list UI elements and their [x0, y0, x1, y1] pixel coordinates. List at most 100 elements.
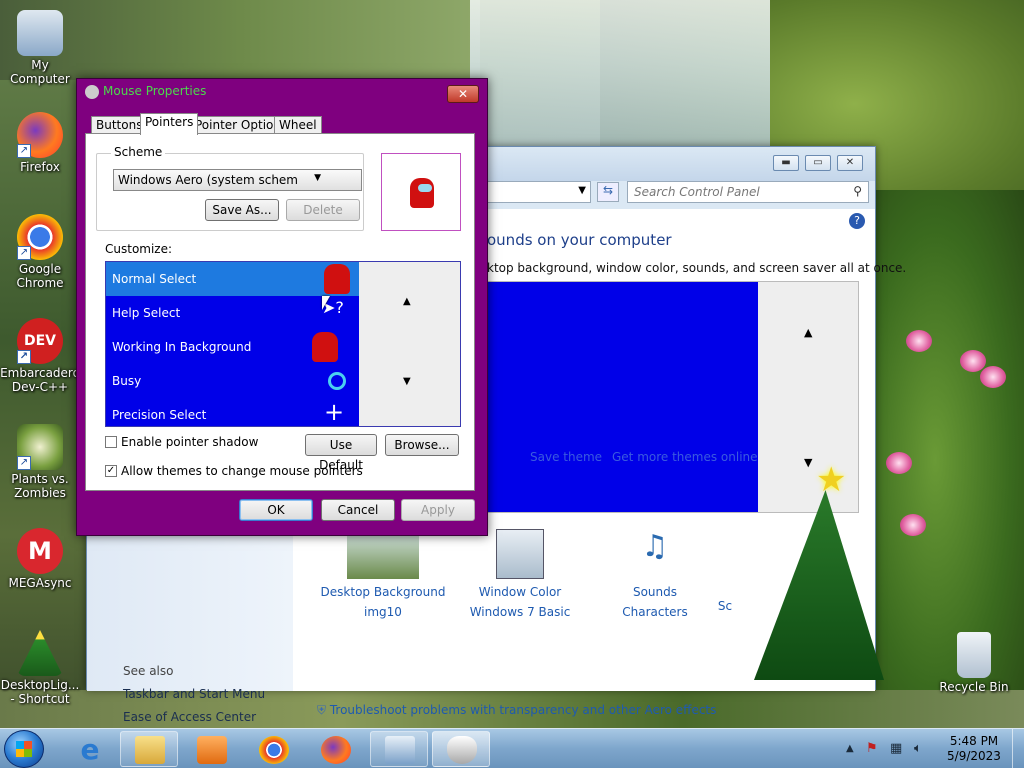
- firefox-icon: [321, 736, 351, 764]
- address-box[interactable]: ▼: [487, 181, 591, 203]
- taskbar-chrome[interactable]: [244, 731, 302, 767]
- search-input[interactable]: Search Control Panel ⚲: [627, 181, 869, 203]
- among-us-cursor-icon: [324, 264, 350, 294]
- close-button[interactable]: ✕: [837, 155, 863, 171]
- desktop-icon-recycle-bin[interactable]: Recycle Bin: [934, 632, 1014, 694]
- pointer-preview: [381, 153, 461, 231]
- sounds-icon: ♫: [641, 529, 669, 564]
- get-more-themes-link[interactable]: Get more themes online: [612, 450, 758, 464]
- enable-pointer-shadow-checkbox[interactable]: [105, 436, 117, 448]
- pointer-row-normal-select[interactable]: Normal Select: [106, 262, 359, 296]
- pointer-list-scrollbar[interactable]: ▲ ▼: [359, 262, 460, 426]
- sounds-value: Characters: [622, 605, 688, 619]
- use-default-button[interactable]: Use Default: [305, 434, 377, 472]
- ease-of-access-link[interactable]: Ease of Access Center: [123, 710, 256, 724]
- scroll-down-icon[interactable]: ▼: [403, 376, 411, 387]
- desktop-icon-dev-cpp[interactable]: DEV ↗ Embarcadero Dev-C++: [0, 318, 80, 394]
- plants-vs-zombies-icon: ↗: [17, 424, 63, 470]
- taskbar-clock[interactable]: 5:48 PM 5/9/2023: [944, 734, 1004, 764]
- scroll-up-icon[interactable]: ▲: [403, 296, 411, 307]
- desktop-background-link[interactable]: Desktop Background: [313, 585, 453, 599]
- mouse-properties-dialog[interactable]: Mouse Properties ✕ Buttons Pointers Poin…: [76, 78, 488, 536]
- show-desktop-button[interactable]: [1012, 729, 1024, 768]
- desktop-icon-megasync[interactable]: M MEGAsync: [0, 528, 80, 590]
- desktop-icon-firefox[interactable]: ↗ Firefox: [0, 112, 80, 174]
- apply-button[interactable]: Apply: [401, 499, 475, 521]
- chrome-icon: ↗: [17, 214, 63, 260]
- desktop-icon-google-chrome[interactable]: ↗ Google Chrome: [0, 214, 80, 290]
- mouse-icon: [85, 85, 99, 99]
- taskbar-mouse-properties[interactable]: [432, 731, 490, 767]
- help-icon[interactable]: ?: [849, 213, 865, 229]
- dialog-title: Mouse Properties: [103, 84, 207, 98]
- pointer-name: Working In Background: [112, 340, 252, 354]
- mouse-cursor-icon: [322, 296, 330, 310]
- taskbar-internet-explorer[interactable]: e: [60, 731, 118, 767]
- taskbar-file-explorer[interactable]: [120, 731, 178, 767]
- scroll-up-icon[interactable]: ▲: [804, 326, 812, 339]
- mega-icon: M: [17, 528, 63, 574]
- taskbar-media-player[interactable]: [182, 731, 240, 767]
- theme-list-area[interactable]: [488, 282, 758, 512]
- computer-icon: [17, 10, 63, 56]
- allow-themes-checkbox[interactable]: ✓: [105, 465, 117, 477]
- desktop-icon-plants-vs-zombies[interactable]: ↗ Plants vs. Zombies: [0, 424, 80, 500]
- minimize-button[interactable]: ▬: [773, 155, 799, 171]
- desktop-icon-label: Plants vs. Zombies: [11, 472, 69, 500]
- browse-button[interactable]: Browse...: [385, 434, 459, 456]
- desktop-icon-desktoplights-shortcut[interactable]: DesktopLig... - Shortcut: [0, 630, 80, 706]
- save-as-button[interactable]: Save As...: [205, 199, 279, 221]
- window-color-link[interactable]: Window Color: [450, 585, 590, 599]
- scheme-label: Scheme: [111, 145, 166, 159]
- screen-saver-link[interactable]: Sc: [705, 599, 745, 613]
- clock-time: 5:48 PM: [949, 734, 999, 748]
- tab-buttons[interactable]: Buttons: [91, 116, 148, 134]
- media-player-icon: [197, 736, 227, 764]
- desktop-background-item[interactable]: Desktop Background img10: [313, 529, 453, 619]
- search-icon[interactable]: ⚲: [853, 184, 862, 198]
- taskbar-control-panel[interactable]: [370, 731, 428, 767]
- pointer-list[interactable]: Normal Select Help Select ➤? Working In …: [105, 261, 461, 427]
- control-panel-icon: [385, 736, 415, 764]
- volume-icon[interactable]: 🔈︎: [914, 741, 922, 756]
- pointer-row-precision-select[interactable]: Precision Select +: [106, 398, 359, 426]
- tab-pointers[interactable]: Pointers: [140, 113, 199, 135]
- desktop-icon-label: Google Chrome: [16, 262, 64, 290]
- network-icon[interactable]: ▦: [890, 741, 902, 756]
- cancel-button[interactable]: Cancel: [321, 499, 395, 521]
- start-button[interactable]: [4, 730, 44, 768]
- desktop-icon-my-computer[interactable]: My Computer: [0, 10, 80, 86]
- customize-label: Customize:: [105, 242, 173, 256]
- folder-icon: [135, 736, 165, 764]
- clock-date: 5/9/2023: [947, 749, 1001, 763]
- taskbar-start-menu-link[interactable]: Taskbar and Start Menu: [123, 687, 265, 701]
- sounds-item[interactable]: ♫ Sounds Characters: [585, 529, 725, 619]
- desktop-icon-label: DesktopLig... - Shortcut: [0, 678, 80, 706]
- scheme-dropdown[interactable]: Windows Aero (system schem ▼: [113, 169, 362, 191]
- windows-logo-icon: [16, 741, 32, 757]
- pointer-row-working-in-background[interactable]: Working In Background: [106, 330, 359, 364]
- window-color-icon: [496, 529, 544, 579]
- refresh-icon[interactable]: ⇆: [597, 182, 619, 202]
- maximize-button[interactable]: ▭: [805, 155, 831, 171]
- dropdown-arrow-icon[interactable]: ▼: [578, 185, 586, 196]
- christmas-tree-decoration: ★: [744, 460, 894, 690]
- delete-button[interactable]: Delete: [286, 199, 360, 221]
- sounds-link[interactable]: Sounds: [585, 585, 725, 599]
- dialog-close-button[interactable]: ✕: [447, 85, 479, 103]
- pointer-name: Busy: [112, 374, 142, 388]
- page-title: ounds on your computer: [487, 231, 672, 249]
- troubleshoot-link[interactable]: Troubleshoot problems with transparency …: [330, 703, 717, 717]
- chrome-icon: [259, 736, 289, 764]
- desktop-icon-label: Firefox: [20, 160, 60, 174]
- window-color-item[interactable]: Window Color Windows 7 Basic: [450, 529, 590, 619]
- pointer-row-busy[interactable]: Busy: [106, 364, 359, 398]
- taskbar-firefox[interactable]: [306, 731, 364, 767]
- troubleshoot-row[interactable]: ⛨ Troubleshoot problems with transparenc…: [317, 703, 716, 718]
- tab-wheel[interactable]: Wheel: [274, 116, 322, 134]
- save-theme-link[interactable]: Save theme: [530, 450, 602, 464]
- show-hidden-icons-icon[interactable]: ▲: [846, 743, 854, 754]
- ok-button[interactable]: OK: [239, 499, 313, 521]
- action-center-flag-icon[interactable]: ⚑: [866, 741, 878, 756]
- screen-saver-item[interactable]: Sc: [705, 599, 745, 613]
